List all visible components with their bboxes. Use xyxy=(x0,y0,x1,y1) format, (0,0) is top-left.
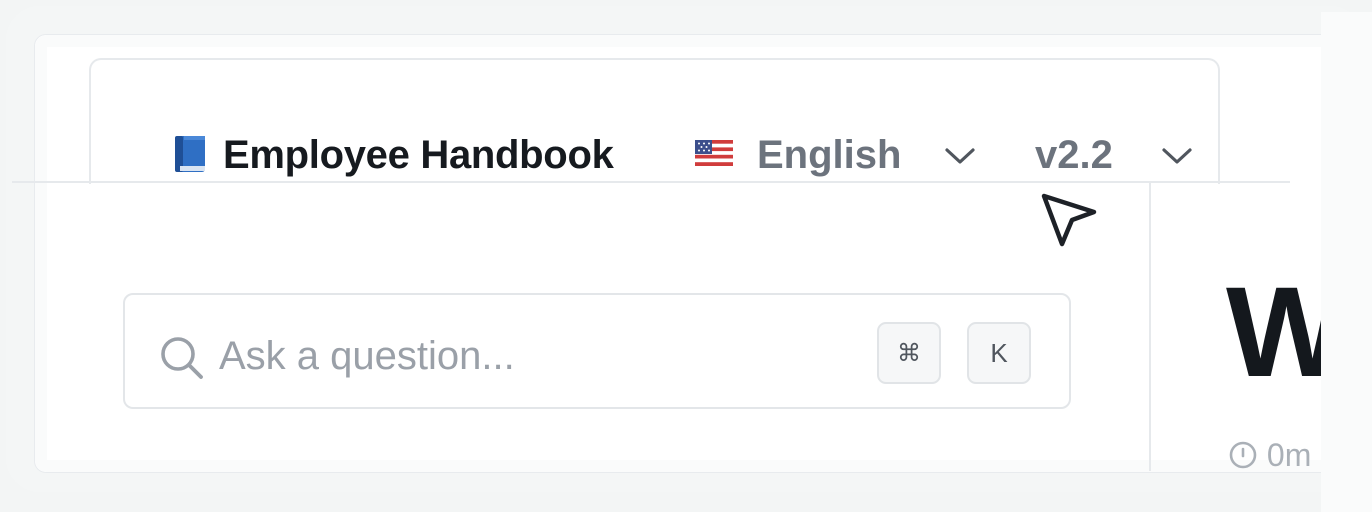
site-title-link[interactable]: Employee Handbook xyxy=(223,132,614,178)
chevron-down-icon[interactable] xyxy=(1160,146,1194,166)
search-bar[interactable]: ⌘ K xyxy=(123,293,1071,409)
content-column-divider xyxy=(1149,183,1151,471)
mouse-pointer-icon xyxy=(1041,193,1097,247)
language-selector[interactable]: English xyxy=(757,132,901,178)
blue-book-icon xyxy=(175,136,205,172)
chevron-down-icon[interactable] xyxy=(943,146,977,166)
reading-time: 0m xyxy=(1228,437,1311,473)
window-edge xyxy=(1321,12,1372,512)
reading-time-label: 0m xyxy=(1266,437,1312,473)
k-key-shortcut: K xyxy=(967,322,1031,384)
search-icon xyxy=(161,337,203,379)
clock-icon xyxy=(1229,441,1257,469)
header-divider xyxy=(12,181,1290,183)
us-flag-icon xyxy=(695,140,733,166)
search-input[interactable] xyxy=(219,331,859,381)
version-selector[interactable]: v2.2 xyxy=(1035,132,1113,178)
command-key-shortcut: ⌘ xyxy=(877,322,941,384)
